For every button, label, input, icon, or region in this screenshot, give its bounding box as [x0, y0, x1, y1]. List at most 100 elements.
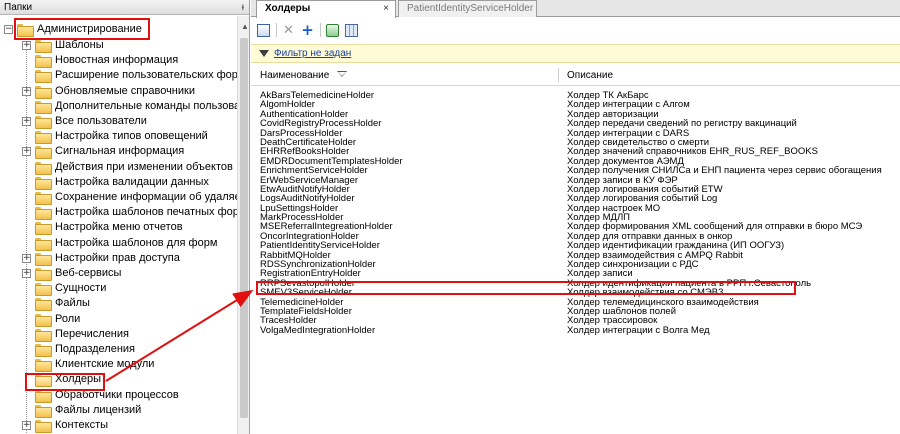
tree-item[interactable]: Сущности [22, 281, 106, 297]
tree-item[interactable]: Подразделения [22, 342, 135, 357]
tree-item[interactable]: + Контексты [22, 418, 108, 433]
column-header-label: Наименование [260, 70, 330, 81]
tree-item[interactable]: Настройка меню отчетов [22, 220, 183, 236]
tree-item[interactable]: Настройка типов оповещений [22, 129, 208, 145]
folders-panel-title: Папки [4, 1, 33, 13]
tab-label: PatientIdentityServiceHolder [407, 3, 534, 14]
tree-item[interactable]: Расширение пользовательских форм [22, 68, 237, 84]
tree-item-label: Файлы лицензий [55, 403, 142, 416]
tree-item[interactable]: Клиентские модули [22, 357, 155, 373]
folder-icon [35, 131, 52, 145]
tree-item[interactable]: Сохранение информации об удаляем [22, 190, 237, 205]
grid-header: Наименование Описание [251, 64, 900, 86]
column-header-label: Описание [567, 70, 614, 81]
column-divider[interactable] [558, 68, 559, 82]
tree-item-label: Новостная информация [55, 54, 179, 67]
folder-icon [35, 404, 52, 418]
tab-strip: Холдеры × PatientIdentityServiceHolder [251, 0, 900, 18]
tree-item[interactable]: + Обновляемые справочники [22, 84, 195, 99]
folder-icon [35, 176, 52, 190]
delete-icon[interactable]: ✕ [281, 23, 296, 38]
tree-item[interactable]: Настройка шаблонов печатных форм [22, 205, 237, 221]
tree-item-label: Контексты [55, 419, 109, 431]
tree-item-label: Роли [55, 312, 81, 325]
tree-item[interactable]: Файлы [22, 296, 90, 312]
tree-item-label: Подразделения [55, 343, 135, 355]
sort-desc-icon[interactable] [337, 71, 348, 77]
holders-grid: Наименование Описание AkBarsTelemedicine… [251, 64, 900, 434]
tree-item[interactable]: + Все пользователи [22, 114, 147, 129]
folder-icon [35, 359, 52, 373]
refresh-icon[interactable] [325, 23, 340, 38]
folder-icon [35, 100, 52, 114]
column-header-name[interactable]: Наименование [260, 64, 348, 86]
toolbar-separator [276, 23, 277, 37]
expand-icon[interactable]: + [22, 41, 31, 50]
folder-icon [35, 116, 52, 129]
filter-bar: Фильтр не задан [251, 44, 900, 63]
tree-item-label: Веб-сервисы [55, 267, 122, 279]
expand-icon[interactable]: + [22, 269, 31, 278]
tree-item-label: Все пользователи [55, 115, 147, 127]
tree-item[interactable]: + Сигнальная информация [22, 144, 185, 160]
folder-icon [35, 283, 52, 297]
tree-item-label: Холдеры [55, 373, 102, 386]
table-row[interactable]: VolgaMedIntegrationHolder Холдер интеграц… [251, 324, 900, 336]
filter-link[interactable]: Фильтр не задан [274, 48, 351, 59]
column-header-description[interactable]: Описание [567, 64, 613, 86]
folder-icon [35, 146, 52, 160]
tree-item[interactable]: Настройка валидации данных [22, 175, 209, 190]
folder-icon [35, 207, 52, 221]
close-icon[interactable]: × [383, 1, 389, 17]
folders-scrollbar[interactable]: ▲ [237, 16, 249, 434]
tree-item-label: Настройка шаблонов для форм [55, 236, 218, 249]
tree-item[interactable]: + Шаблоны [22, 38, 104, 53]
tree-item-label: Администрирование [37, 23, 142, 35]
collapse-icon[interactable]: − [4, 25, 13, 34]
folder-icon [35, 420, 52, 433]
folder-icon [35, 161, 52, 175]
tree-item-label: Действия при изменении объектов [55, 160, 233, 173]
tree-item-label: Файлы [55, 297, 90, 310]
folder-tree: − Администрирование + Шаблоны Новостная ин… [0, 16, 237, 434]
tree-item-label: Расширение пользовательских форм [55, 69, 237, 82]
cell-name: VolgaMedIntegrationHolder [260, 324, 376, 336]
tree-item[interactable]: Настройка шаблонов для форм [22, 236, 217, 251]
tree-item-label: Перечисления [55, 327, 129, 340]
expand-icon[interactable]: + [22, 421, 31, 430]
grid-rows: AkBarsTelemedicineHolder Холдер ТК АкБарс… [251, 91, 900, 336]
expand-icon[interactable]: + [22, 253, 31, 263]
scroll-up-icon[interactable]: ▲ [241, 22, 249, 31]
tree-item-administration[interactable]: − Администрирование [4, 22, 142, 37]
tree-item[interactable]: + Настройки прав доступа [22, 251, 180, 266]
tree-item[interactable]: Действия при изменении объектов [22, 160, 233, 175]
add-icon[interactable]: + [300, 21, 315, 39]
scrollbar-thumb[interactable] [240, 38, 248, 418]
tab-label: Холдеры [265, 3, 311, 14]
tree-item-label: Сигнальная информация [55, 145, 185, 158]
edit-icon[interactable] [256, 23, 271, 38]
pin-icon[interactable]: ᵼ [242, 2, 244, 13]
tree-item[interactable]: + Веб-сервисы [22, 266, 121, 281]
folder-icon [35, 268, 52, 281]
tree-item[interactable]: Перечисления [22, 327, 129, 342]
expand-icon[interactable]: + [22, 86, 31, 96]
tree-item[interactable]: Обработчики процессов [22, 388, 179, 403]
tree-item[interactable]: Дополнительные команды пользовате [22, 99, 237, 114]
folder-icon [35, 252, 52, 266]
tree-item[interactable]: Новостная информация [22, 53, 179, 69]
tree-item[interactable]: Роли [22, 312, 80, 327]
expand-icon[interactable]: + [22, 117, 31, 126]
folder-icon [35, 222, 52, 236]
tree-item-label: Клиентские модули [55, 358, 155, 371]
expand-icon[interactable]: + [22, 147, 31, 157]
tree-item[interactable]: Холдеры [22, 372, 102, 388]
folder-icon [35, 313, 52, 327]
tree-item[interactable]: Файлы лицензий [22, 403, 141, 418]
tab-holders[interactable]: Холдеры × [256, 0, 396, 18]
settings-icon[interactable] [344, 23, 359, 38]
tree-item-label: Обновляемые справочники [55, 84, 195, 97]
tree-item-label: Настройка меню отчетов [55, 221, 183, 234]
toolbar-separator [320, 23, 321, 37]
tab-patient-identity-service-holder[interactable]: PatientIdentityServiceHolder [398, 0, 537, 17]
